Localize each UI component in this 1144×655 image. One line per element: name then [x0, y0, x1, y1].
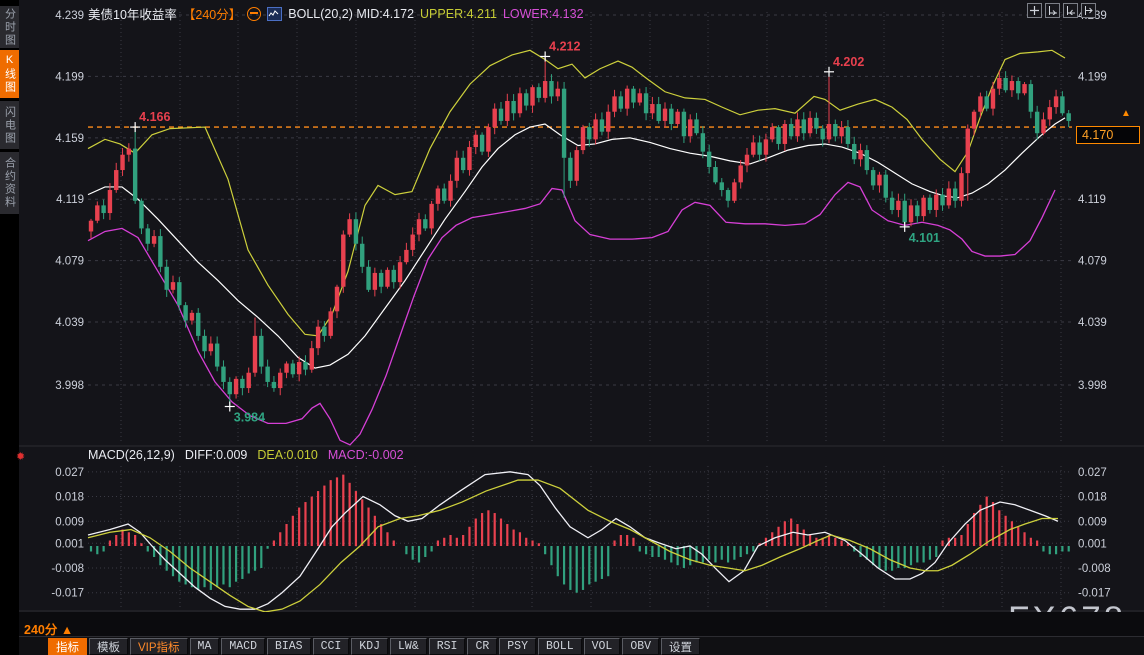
- macd-dea-line: [88, 480, 1058, 612]
- axis-compress-right-icon[interactable]: [1063, 3, 1078, 18]
- svg-text:4.039: 4.039: [55, 317, 84, 329]
- svg-text:0.018: 0.018: [1078, 492, 1107, 504]
- svg-text:4.039: 4.039: [1078, 317, 1107, 329]
- svg-text:3.998: 3.998: [55, 380, 84, 392]
- macd-value: MACD:-0.002: [328, 448, 404, 462]
- svg-text:0.001: 0.001: [55, 538, 84, 550]
- boll-upper-line: [88, 50, 1065, 336]
- boll-mid-value: BOLL(20,2) MID:4.172: [288, 7, 414, 21]
- extreme-label: 4.212: [549, 39, 580, 53]
- chart-tool-buttons: [1027, 3, 1096, 18]
- svg-text:4.119: 4.119: [1078, 194, 1106, 206]
- extreme-label: 4.166: [139, 110, 170, 124]
- toolbar-item-4[interactable]: MACD: [221, 638, 265, 655]
- toolbar-item-0[interactable]: 指标: [48, 638, 87, 655]
- svg-text:4.239: 4.239: [55, 10, 84, 22]
- chart-canvas[interactable]: 4.2394.2394.1994.1994.1594.1594.1194.119…: [0, 0, 1144, 655]
- svg-text:-0.017: -0.017: [1078, 588, 1111, 600]
- sidebar-tab-contract-info[interactable]: 合约资料: [0, 152, 19, 214]
- svg-text:0.009: 0.009: [55, 516, 84, 528]
- svg-text:-0.008: -0.008: [1078, 563, 1111, 575]
- svg-text:4.199: 4.199: [55, 71, 84, 83]
- sidebar-tab-timeline[interactable]: 分时图: [0, 6, 19, 48]
- last-price-box: 4.170: [1076, 126, 1140, 144]
- svg-text:4.079: 4.079: [1078, 256, 1107, 268]
- toolbar-item-10[interactable]: CR: [467, 638, 497, 655]
- toolbar-item-11[interactable]: PSY: [499, 638, 536, 655]
- time-axis-row: [19, 612, 1144, 636]
- svg-text:4.119: 4.119: [56, 194, 84, 206]
- svg-text:-0.017: -0.017: [51, 588, 84, 600]
- svg-text:0.001: 0.001: [1078, 538, 1107, 550]
- svg-text:4.159: 4.159: [55, 133, 84, 145]
- toolbar-item-3[interactable]: MA: [190, 638, 220, 655]
- svg-text:0.009: 0.009: [1078, 516, 1107, 528]
- toolbar-item-2[interactable]: VIP指标: [130, 638, 188, 655]
- svg-text:-0.008: -0.008: [51, 563, 84, 575]
- pan-icon[interactable]: [1027, 3, 1042, 18]
- svg-text:0.018: 0.018: [55, 492, 84, 504]
- svg-text:3.998: 3.998: [1078, 380, 1107, 392]
- toolbar-item-14[interactable]: OBV: [622, 638, 659, 655]
- toolbar-item-12[interactable]: BOLL: [538, 638, 582, 655]
- left-tab-rail: 分时图 K线图 闪电图 合约资料: [0, 0, 19, 655]
- svg-text:0.027: 0.027: [1078, 467, 1107, 479]
- instrument-title: 美债10年收益率: [88, 4, 177, 23]
- toolbar-item-13[interactable]: VOL: [584, 638, 621, 655]
- extreme-label: 4.202: [833, 55, 864, 69]
- sidebar-tab-kline[interactable]: K线图: [0, 50, 19, 98]
- toolbar-item-15[interactable]: 设置: [661, 638, 700, 655]
- extreme-label: 4.101: [909, 231, 940, 245]
- toolbar-item-6[interactable]: CCI: [313, 638, 350, 655]
- axis-shift-icon[interactable]: [1081, 3, 1096, 18]
- macd-header: MACD(26,12,9) DIFF:0.009 DEA:0.010 MACD:…: [88, 448, 404, 462]
- svg-text:0.027: 0.027: [55, 467, 84, 479]
- indicator-toolbar: 指标模板VIP指标MAMACDBIASCCIKDJLW&RSICRPSYBOLL…: [19, 636, 1144, 655]
- svg-text:4.079: 4.079: [55, 256, 84, 268]
- boll-upper-value: UPPER:4.211: [420, 7, 497, 21]
- macd-diff-line: [88, 472, 1058, 609]
- chart-header: 美债10年收益率 【240分】 BOLL(20,2) MID:4.172 UPP…: [88, 4, 584, 23]
- price-alert-arrow-icon[interactable]: ▲: [1121, 109, 1131, 119]
- period-label: 【240分】: [183, 4, 241, 23]
- extreme-label: 3.984: [234, 411, 265, 425]
- sidebar-tab-flash[interactable]: 闪电图: [0, 101, 19, 149]
- collapse-icon[interactable]: [247, 7, 261, 21]
- indicator-thumb-icon[interactable]: [267, 7, 282, 21]
- macd-params: MACD(26,12,9): [88, 448, 175, 462]
- axis-compress-left-icon[interactable]: [1045, 3, 1060, 18]
- toolbar-item-1[interactable]: 模板: [89, 638, 128, 655]
- macd-dea-value: DEA:0.010: [257, 448, 317, 462]
- boll-lower-value: LOWER:4.132: [503, 7, 584, 21]
- toolbar-item-7[interactable]: KDJ: [351, 638, 388, 655]
- alert-sun-icon: ✹: [16, 450, 25, 463]
- toolbar-item-5[interactable]: BIAS: [267, 638, 311, 655]
- toolbar-item-9[interactable]: RSI: [429, 638, 466, 655]
- trading-app-window: 4.2394.2394.1994.1994.1594.1594.1194.119…: [0, 0, 1144, 655]
- toolbar-item-8[interactable]: LW&: [390, 638, 427, 655]
- svg-text:4.199: 4.199: [1078, 71, 1107, 83]
- macd-diff-value: DIFF:0.009: [185, 448, 248, 462]
